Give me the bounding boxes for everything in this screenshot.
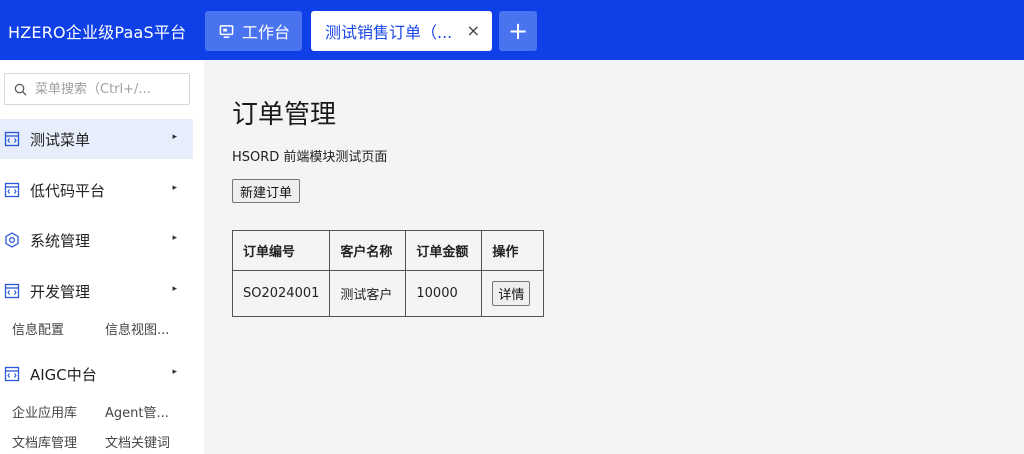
- page-title: 订单管理: [232, 100, 337, 130]
- add-tab-button[interactable]: +: [499, 11, 537, 51]
- menu-icon: [4, 366, 20, 382]
- sidebar-subitem-doc-keywords[interactable]: 文档关键词: [105, 432, 170, 451]
- caret-right-icon: ▸: [172, 284, 177, 294]
- page-description: HSORD 前端模块测试页面: [232, 150, 388, 165]
- cell-amount: 10000: [405, 270, 483, 317]
- sidebar-subitem-info-config[interactable]: 信息配置: [12, 319, 64, 338]
- sidebar-item-system[interactable]: 系统管理 ▸: [0, 220, 193, 260]
- tab-sales-order-label: 测试销售订单（...: [325, 23, 453, 42]
- sidebar-item-dev[interactable]: 开发管理 ▸: [0, 271, 193, 311]
- column-header-customer: 客户名称: [329, 230, 407, 271]
- column-header-order-no: 订单编号: [231, 230, 331, 271]
- orders-table: 订单编号 客户名称 订单金额 操作 SO2024001 测试客户 10000 详…: [231, 230, 545, 317]
- settings-cube-icon: [5, 232, 19, 248]
- top-header: HZERO企业级PaaS平台 工作台 测试销售订单（... × +: [0, 0, 1024, 60]
- sidebar-item-label: 开发管理: [30, 282, 91, 301]
- app-title[interactable]: HZERO企业级PaaS平台: [8, 19, 186, 43]
- column-header-actions: 操作: [481, 230, 545, 271]
- menu-icon: [4, 182, 20, 198]
- sidebar-subitem-agent[interactable]: Agent管...: [105, 402, 169, 421]
- table-header-row: 订单编号 客户名称 订单金额 操作: [231, 230, 545, 271]
- caret-right-icon: ▸: [172, 367, 177, 377]
- cell-actions: 详情: [481, 270, 545, 317]
- cell-customer: 测试客户: [329, 270, 407, 317]
- sidebar-item-lowcode[interactable]: 低代码平台 ▸: [0, 170, 193, 210]
- caret-right-icon: ▸: [172, 183, 177, 193]
- table-row: SO2024001 测试客户 10000 详情: [231, 270, 545, 317]
- sidebar-item-label: 系统管理: [30, 231, 91, 250]
- sidebar-item-aigc[interactable]: AIGC中台 ▸: [0, 354, 193, 394]
- sidebar: 测试菜单 ▸ 低代码平台 ▸ 系统管理 ▸ 开发管理 ▸ 信息配置 信息视图..…: [0, 60, 204, 454]
- detail-button[interactable]: 详情: [492, 281, 531, 306]
- new-order-button[interactable]: 新建订单: [232, 179, 301, 203]
- monitor-icon: [219, 24, 234, 38]
- sidebar-item-label: 低代码平台: [30, 181, 106, 200]
- search-icon: [14, 83, 27, 95]
- menu-icon: [4, 131, 20, 147]
- column-header-amount: 订单金额: [405, 230, 483, 271]
- menu-search-box[interactable]: [4, 73, 190, 105]
- tab-workbench[interactable]: 工作台: [205, 11, 302, 51]
- sidebar-subitem-app-library[interactable]: 企业应用库: [12, 402, 77, 421]
- sidebar-item-label: AIGC中台: [30, 365, 97, 384]
- sidebar-subitem-info-view[interactable]: 信息视图...: [105, 319, 169, 338]
- caret-right-icon: ▸: [172, 132, 177, 142]
- menu-icon: [4, 283, 20, 299]
- sidebar-subitem-doc-library[interactable]: 文档库管理: [12, 432, 77, 451]
- close-icon[interactable]: ×: [467, 21, 480, 41]
- caret-right-icon: ▸: [172, 233, 177, 243]
- tab-sales-order[interactable]: 测试销售订单（... ×: [311, 11, 492, 51]
- sidebar-item-test-menu[interactable]: 测试菜单 ▸: [0, 119, 193, 159]
- cell-order-no: SO2024001: [231, 270, 331, 317]
- menu-search-input[interactable]: [35, 81, 185, 97]
- tab-workbench-label: 工作台: [242, 23, 291, 42]
- sidebar-item-label: 测试菜单: [30, 130, 91, 149]
